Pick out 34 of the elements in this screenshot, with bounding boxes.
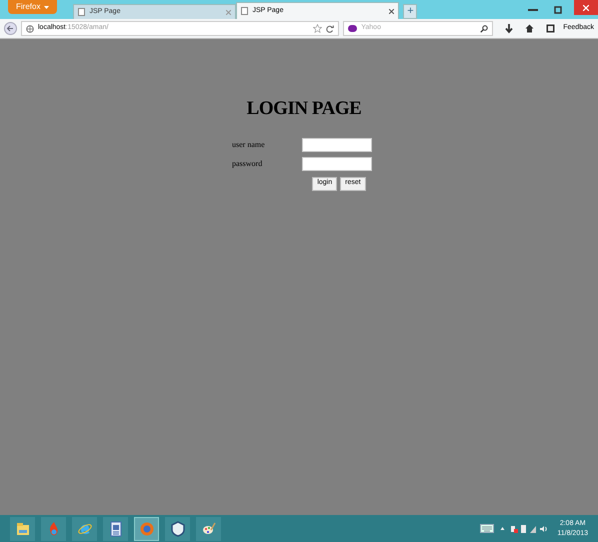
close-icon[interactable] xyxy=(389,8,394,14)
reload-icon[interactable] xyxy=(326,24,334,32)
field-label: user name xyxy=(232,138,266,150)
taskbar-app-button[interactable] xyxy=(165,516,190,540)
minimize-icon[interactable] xyxy=(528,8,538,10)
input-field[interactable] xyxy=(302,156,372,170)
page-heading: LOGIN PAGE xyxy=(246,97,362,121)
taskbar-app-button[interactable] xyxy=(196,516,221,540)
tray-icons-drawing[interactable] xyxy=(511,524,548,534)
taskbar-app-button[interactable] xyxy=(103,516,128,540)
new-tab-button[interactable]: + xyxy=(403,4,418,19)
field-label: password xyxy=(232,158,264,170)
folder-icon xyxy=(14,520,30,536)
restore-icon[interactable] xyxy=(554,6,562,14)
window-icon[interactable] xyxy=(546,24,556,33)
globe-icon xyxy=(26,24,34,32)
page-icon xyxy=(241,7,248,15)
shield-icon xyxy=(170,520,186,536)
back-icon[interactable] xyxy=(4,22,17,35)
download-icon[interactable] xyxy=(505,24,514,34)
browser-logo-icon xyxy=(138,520,154,536)
keyboard-icon[interactable] xyxy=(480,524,494,533)
paint-palette-icon xyxy=(200,520,216,536)
search-icon[interactable] xyxy=(480,24,488,32)
caret-icon xyxy=(44,6,50,8)
tray-arrow-icon[interactable] xyxy=(500,526,506,531)
page-icon xyxy=(78,8,86,16)
close-icon xyxy=(583,4,589,10)
home-icon[interactable] xyxy=(525,24,534,33)
close-button[interactable] xyxy=(574,0,598,15)
document-icon xyxy=(108,520,124,536)
star-icon[interactable] xyxy=(313,24,322,33)
input-field[interactable] xyxy=(302,138,372,152)
taskbar-app-button[interactable] xyxy=(10,516,35,540)
